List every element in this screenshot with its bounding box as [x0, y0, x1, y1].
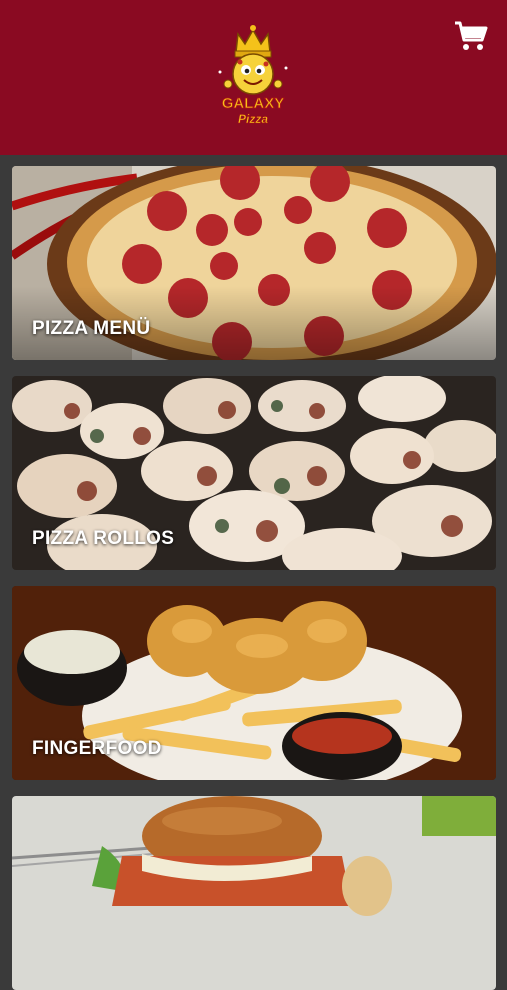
app-header: GALAXY Pizza	[0, 0, 507, 155]
shopping-cart-icon[interactable]	[454, 20, 488, 52]
category-label: FINGERFOOD	[32, 738, 162, 759]
category-card-pizza-rollos[interactable]: PIZZA ROLLOS	[12, 376, 496, 570]
category-card-fingerfood[interactable]: FINGERFOOD	[12, 586, 496, 780]
category-card-burger[interactable]	[12, 796, 496, 990]
category-card-pizza-menu[interactable]: PIZZA MENÜ	[12, 166, 496, 360]
burger-image	[12, 796, 496, 990]
category-label: PIZZA MENÜ	[32, 318, 151, 339]
category-label: PIZZA ROLLOS	[32, 528, 175, 549]
galaxy-pizza-logo: GALAXY Pizza	[218, 25, 288, 126]
brand-line2: Pizza	[238, 112, 268, 126]
brand-line1: GALAXY	[222, 95, 285, 112]
